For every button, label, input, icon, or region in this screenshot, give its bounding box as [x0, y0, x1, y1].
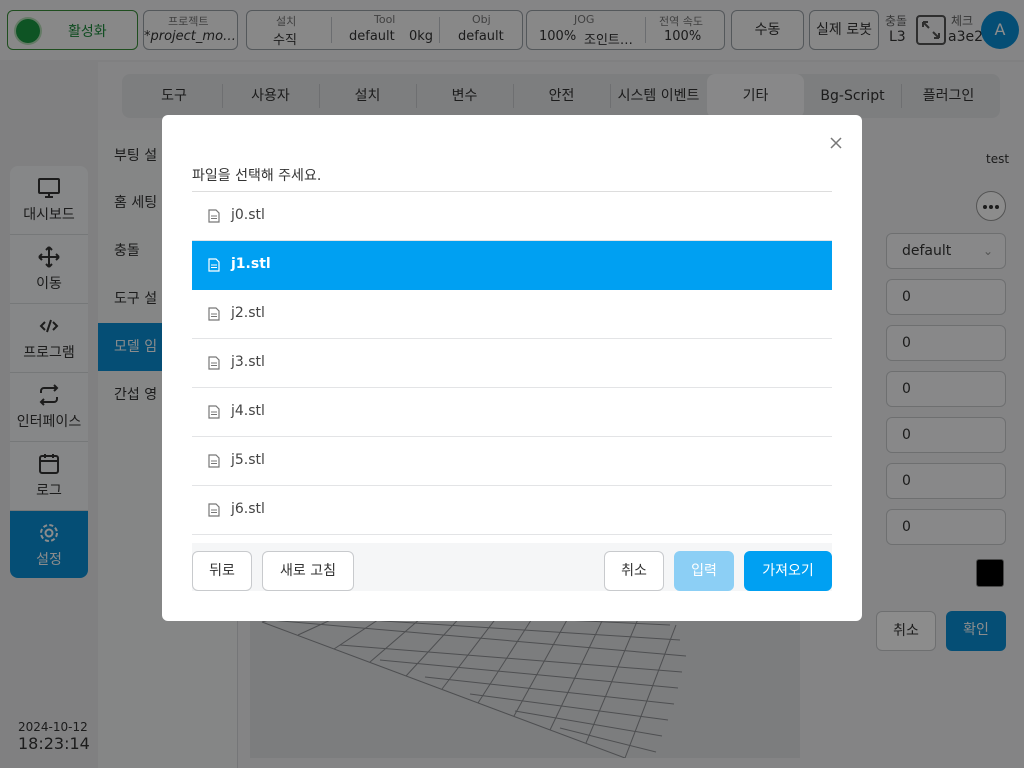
file-item[interactable]: j3.stl [192, 339, 832, 388]
file-select-dialog: 파일을 선택해 주세요. j0.stl j1.stl j2.stl j3.stl… [162, 115, 862, 621]
file-icon [208, 209, 220, 223]
import-button[interactable]: 가져오기 [744, 551, 832, 591]
close-icon[interactable] [828, 135, 844, 151]
dialog-title: 파일을 선택해 주세요. [192, 168, 322, 184]
file-name: j3.stl [231, 354, 265, 370]
refresh-button[interactable]: 새로 고침 [262, 551, 354, 591]
file-icon [208, 258, 220, 272]
file-item[interactable]: j4.stl [192, 388, 832, 437]
input-button[interactable]: 입력 [674, 551, 734, 591]
file-name: j5.stl [231, 452, 265, 468]
file-icon [208, 454, 220, 468]
file-item-selected[interactable]: j1.stl [192, 241, 832, 290]
file-name: j4.stl [231, 403, 265, 419]
file-name: j1.stl [231, 256, 271, 272]
file-item[interactable]: j2.stl [192, 290, 832, 339]
dialog-cancel-button[interactable]: 취소 [604, 551, 664, 591]
file-icon [208, 307, 220, 321]
back-button[interactable]: 뒤로 [192, 551, 252, 591]
file-name: j0.stl [231, 207, 265, 223]
file-icon [208, 503, 220, 517]
file-icon [208, 405, 220, 419]
file-item[interactable]: j5.stl [192, 437, 832, 486]
file-icon [208, 356, 220, 370]
file-item[interactable]: j0.stl [192, 192, 832, 241]
file-name: j2.stl [231, 305, 265, 321]
file-list: j0.stl j1.stl j2.stl j3.stl j4.stl j5.st… [192, 191, 832, 543]
file-name: j6.stl [231, 501, 265, 517]
file-item[interactable]: j6.stl [192, 486, 832, 535]
